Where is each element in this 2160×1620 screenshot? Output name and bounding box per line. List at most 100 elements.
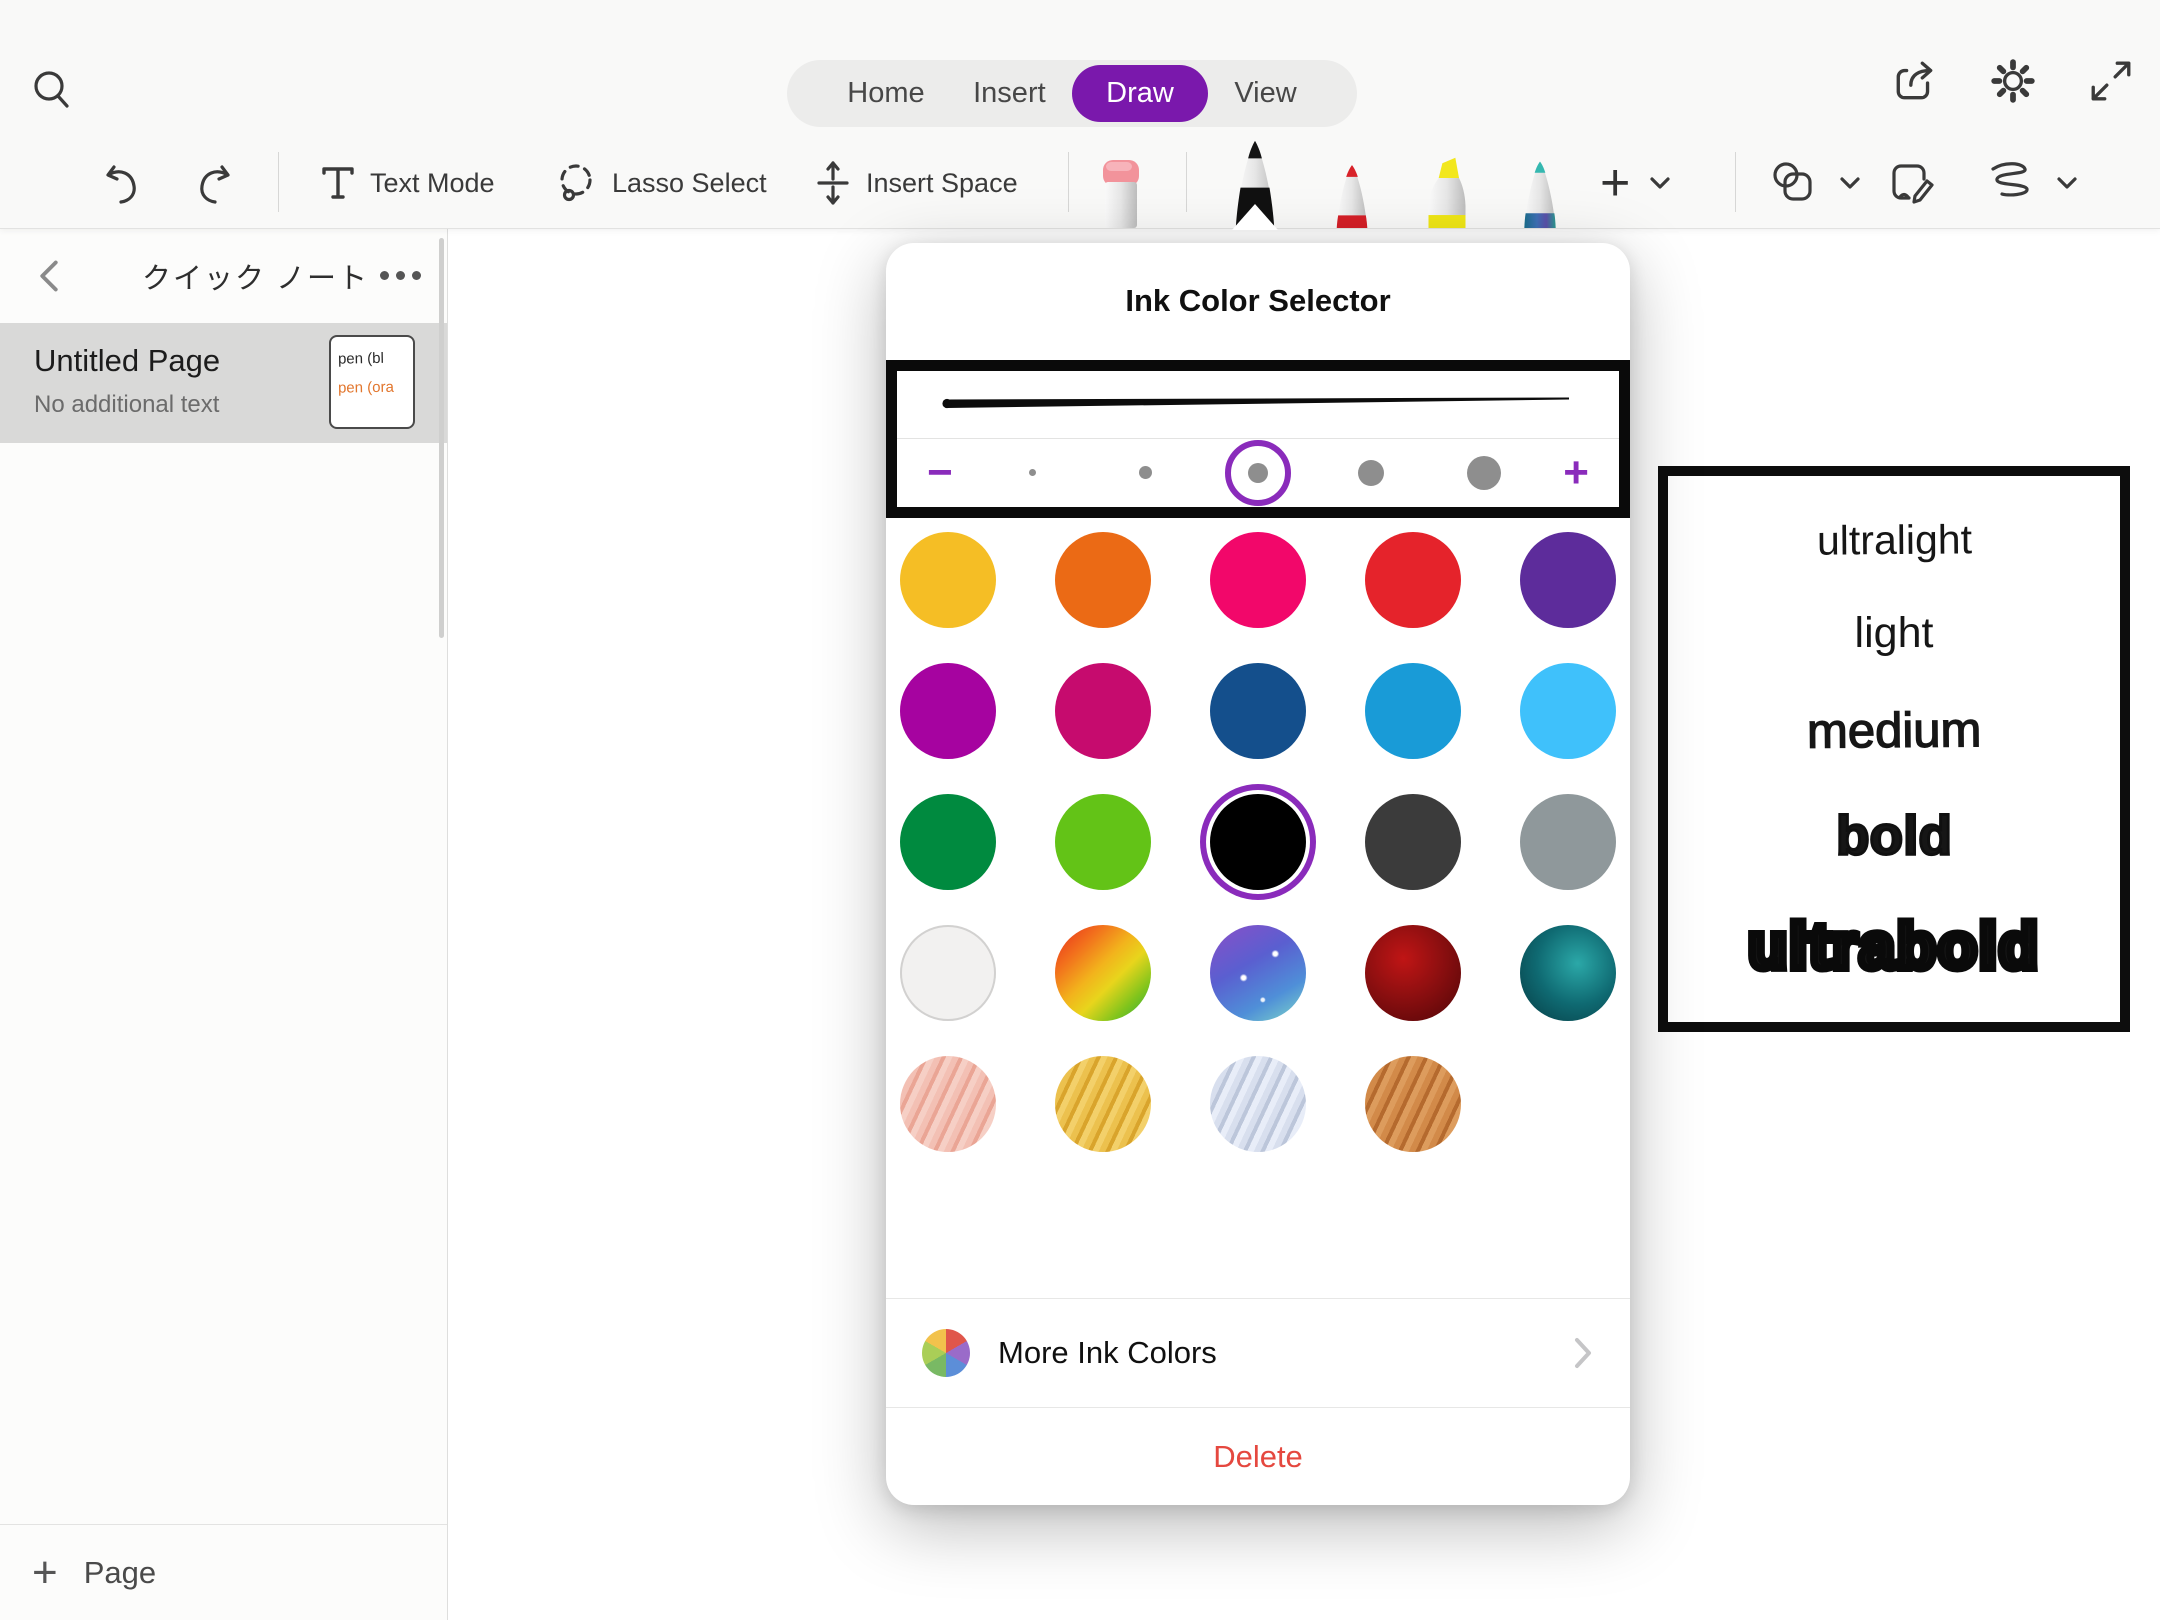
shapes-icon: [1768, 159, 1820, 207]
lasso-select-button[interactable]: Lasso Select: [552, 138, 767, 228]
lasso-select-label: Lasso Select: [612, 168, 767, 199]
thumbnail-ink-line: pen (bl: [338, 344, 413, 374]
insert-space-button[interactable]: Insert Space: [812, 138, 1018, 228]
ink-effects-button[interactable]: [1985, 138, 2079, 228]
page-subtitle: No additional text: [34, 391, 219, 419]
undo-button[interactable]: [100, 138, 144, 228]
insert-space-icon: [812, 159, 854, 207]
add-pen-button[interactable]: +: [1600, 138, 1672, 228]
ink-to-text-button[interactable]: [1888, 138, 1938, 228]
color-swatch-dark-red-marble[interactable]: [1365, 925, 1461, 1021]
ink-to-text-icon: [1888, 159, 1938, 207]
fullscreen-expand-icon[interactable]: [2088, 58, 2134, 104]
page-list-sidebar: クイック ノート Untitled Page No additional tex…: [0, 228, 448, 1620]
decrease-thickness-button[interactable]: −: [927, 451, 953, 495]
highlighter-yellow[interactable]: [1423, 154, 1471, 228]
color-swatch-white[interactable]: [900, 925, 996, 1021]
redo-button[interactable]: [192, 138, 236, 228]
size-option-3-selected[interactable]: [1225, 440, 1291, 506]
text-mode-icon: [318, 161, 358, 205]
tab-home[interactable]: Home: [825, 67, 946, 120]
color-swatch-blue[interactable]: [1365, 663, 1461, 759]
eraser-tool[interactable]: [1098, 158, 1144, 228]
thickness-section: − +: [886, 360, 1630, 518]
more-ink-colors-button[interactable]: More Ink Colors: [886, 1298, 1630, 1408]
plus-icon: +: [1600, 153, 1630, 213]
share-icon[interactable]: [1892, 58, 1938, 104]
back-chevron-icon[interactable]: [34, 258, 64, 294]
popup-title: Ink Color Selector: [886, 283, 1630, 319]
color-swatch-gray[interactable]: [1520, 794, 1616, 890]
size-option-2[interactable]: [1112, 440, 1178, 506]
chevron-down-icon: [2055, 174, 2079, 192]
galaxy-pencil-icon: [1518, 158, 1562, 228]
page-thumbnail: pen (bl pen (ora: [329, 335, 415, 429]
color-swatch-rainbow-glitter[interactable]: [1055, 925, 1151, 1021]
color-wheel-icon: [922, 1329, 970, 1377]
ink-scribble-icon: [1985, 159, 2037, 207]
eraser-icon: [1098, 158, 1144, 228]
ink-word-light: light: [1855, 612, 1934, 655]
tab-view[interactable]: View: [1212, 67, 1318, 120]
color-swatch-grid: [900, 532, 1616, 1152]
search-button[interactable]: [28, 66, 76, 114]
color-swatch-lime-green[interactable]: [1055, 794, 1151, 890]
stroke-size-row: − +: [897, 439, 1619, 506]
page-title: Untitled Page: [34, 343, 220, 379]
increase-thickness-button[interactable]: +: [1563, 451, 1589, 495]
ink-word-ultrabold: ultrabold: [1748, 914, 2040, 978]
ink-word-ultralight: ultralight: [1816, 519, 1971, 561]
red-pen-icon: [1330, 158, 1374, 228]
shapes-button[interactable]: [1768, 138, 1862, 228]
sidebar-scrollbar[interactable]: [439, 238, 444, 638]
ink-word-medium: medium: [1807, 706, 1982, 757]
size-option-5[interactable]: [1451, 440, 1517, 506]
color-swatch-dark-gray[interactable]: [1365, 794, 1461, 890]
color-swatch-green[interactable]: [900, 794, 996, 890]
text-mode-label: Text Mode: [370, 168, 495, 199]
color-swatch-light-blue[interactable]: [1520, 663, 1616, 759]
tab-insert[interactable]: Insert: [951, 67, 1068, 120]
thumbnail-ink-line: pen (ora: [338, 373, 413, 403]
color-swatch-pink[interactable]: [1210, 532, 1306, 628]
add-page-label: Page: [84, 1555, 156, 1591]
color-swatch-gold[interactable]: [1055, 1056, 1151, 1152]
color-swatch-rose-gold[interactable]: [900, 1056, 996, 1152]
chevron-down-icon: [1648, 174, 1672, 192]
delete-pen-button[interactable]: Delete: [886, 1409, 1630, 1505]
more-ink-colors-label: More Ink Colors: [998, 1335, 1572, 1371]
color-swatch-copper[interactable]: [1365, 1056, 1461, 1152]
color-swatch-magenta[interactable]: [900, 663, 996, 759]
color-swatch-red[interactable]: [1365, 532, 1461, 628]
sidebar-header: クイック ノート: [0, 228, 447, 323]
color-swatch-galaxy[interactable]: [1210, 925, 1306, 1021]
tab-draw[interactable]: Draw: [1072, 65, 1208, 122]
ribbon-tab-bar: Home Insert Draw View: [787, 60, 1357, 127]
redo-icon: [192, 161, 236, 205]
color-swatch-orange[interactable]: [1055, 532, 1151, 628]
color-swatch-yellow[interactable]: [900, 532, 996, 628]
settings-gear-icon[interactable]: [1990, 58, 2036, 104]
toolbar-divider: [1186, 152, 1187, 212]
chevron-right-icon: [1572, 1336, 1594, 1370]
size-option-4[interactable]: [1338, 440, 1404, 506]
color-swatch-black-selected[interactable]: [1210, 794, 1306, 890]
undo-icon: [100, 161, 144, 205]
highlighter-icon: [1423, 154, 1471, 228]
color-swatch-teal-marble[interactable]: [1520, 925, 1616, 1021]
color-swatch-dark-pink[interactable]: [1055, 663, 1151, 759]
text-mode-button[interactable]: Text Mode: [318, 138, 495, 228]
size-option-1[interactable]: [999, 440, 1065, 506]
add-page-button[interactable]: + Page: [0, 1524, 447, 1620]
color-swatch-navy-blue[interactable]: [1210, 663, 1306, 759]
pencil-galaxy[interactable]: [1518, 158, 1562, 228]
chevron-down-icon: [1838, 174, 1862, 192]
sidebar-more-menu-button[interactable]: [380, 271, 421, 280]
pen-red[interactable]: [1330, 158, 1374, 228]
delete-label: Delete: [1213, 1439, 1303, 1475]
color-swatch-silver[interactable]: [1210, 1056, 1306, 1152]
page-list-item-selected[interactable]: Untitled Page No additional text pen (bl…: [0, 323, 447, 443]
toolbar-divider: [1068, 152, 1069, 212]
color-swatch-purple[interactable]: [1520, 532, 1616, 628]
handwriting-weight-sample-panel: ultralight light medium bold ultrabold: [1658, 466, 2130, 1032]
